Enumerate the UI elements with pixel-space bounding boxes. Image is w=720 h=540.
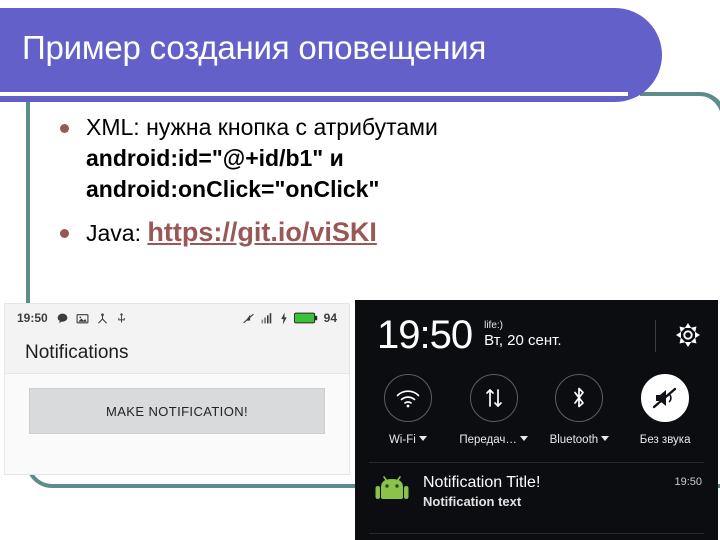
mute-icon: [641, 374, 690, 422]
android-robot-icon: [375, 476, 409, 499]
quick-settings-toggles: Wi-Fi Передач… Bluetooth Без звука: [355, 370, 718, 462]
header-divider: [655, 320, 656, 352]
shade-date: Вт, 20 сент.: [484, 332, 562, 349]
shade-header: 19:50 life:) Вт, 20 сент.: [355, 300, 718, 370]
carrier-label: life:): [484, 320, 504, 331]
toggle-wifi[interactable]: Wi-Fi: [368, 374, 448, 448]
notification-text-block: Notification Title! Notification text: [423, 473, 674, 511]
message-icon: [57, 313, 68, 323]
app-bar-title: Notifications: [25, 341, 129, 363]
status-bar: 19:50 94: [5, 304, 349, 332]
data-transfer-icon: [469, 374, 518, 422]
toggle-bluetooth[interactable]: Bluetooth: [539, 374, 619, 448]
battery-percent: 94: [323, 311, 337, 325]
toggle-data-label: Передач…: [459, 434, 517, 446]
toggle-bluetooth-label: Bluetooth: [549, 434, 599, 446]
title-underline: [0, 92, 628, 96]
notification-title: Notification Title!: [423, 474, 541, 491]
bullet-dot-icon: [60, 124, 69, 133]
image-icon: [76, 313, 89, 323]
status-bar-time: 19:50: [17, 311, 48, 325]
java-label: Java:: [86, 220, 141, 246]
charging-bolt-icon: [280, 312, 287, 324]
chevron-down-icon[interactable]: [418, 436, 427, 441]
make-notification-button-label: MAKE NOTIFICATION!: [105, 403, 249, 419]
slide-canvas: Пример создания оповещения XML: нужна кн…: [0, 0, 720, 540]
battery-icon: [293, 312, 317, 324]
status-bar-right-icons: 94: [242, 311, 337, 325]
notification-time: 19:50: [674, 476, 702, 488]
toggle-mute-label: Без звука: [639, 434, 691, 446]
repo-link[interactable]: https://git.io/viSKI: [147, 217, 377, 247]
usb-icon: [117, 312, 125, 323]
app-content: MAKE NOTIFICATION!: [5, 374, 349, 474]
chevron-down-icon[interactable]: [519, 436, 528, 441]
bullet-line: android:id="@+id/b1" и: [86, 145, 344, 171]
phone-screenshot-left: 19:50 94 Notifications MAKE NOTIFICATION…: [5, 304, 349, 474]
app-bar: Notifications: [5, 332, 349, 374]
gear-icon[interactable]: [674, 321, 702, 349]
wifi-icon: [383, 374, 432, 422]
phone-screenshot-right: 19:50 life:) Вт, 20 сент. Wi-Fi Передач……: [355, 300, 718, 540]
bullet-dot-icon: [60, 229, 69, 238]
bluetooth-icon: [555, 374, 604, 422]
chevron-down-icon[interactable]: [601, 436, 610, 441]
notification-item[interactable]: Notification Title! Notification text 19…: [355, 463, 718, 525]
make-notification-button[interactable]: MAKE NOTIFICATION!: [29, 388, 325, 434]
bullet-list: XML: нужна кнопка с атрибутами android:i…: [52, 112, 672, 255]
cast-icon: [97, 312, 107, 323]
toggle-mute[interactable]: Без звука: [625, 374, 705, 448]
toggle-data[interactable]: Передач…: [454, 374, 534, 448]
divider: [369, 533, 704, 534]
status-bar-left-icons: [56, 312, 127, 325]
list-item: XML: нужна кнопка с атрибутами android:i…: [52, 112, 672, 205]
bullet-line: XML: нужна кнопка с атрибутами: [86, 114, 438, 140]
bullet-line: android:onClick="onClick": [86, 176, 380, 202]
toggle-wifi-label: Wi-Fi: [388, 434, 416, 446]
notification-body: Notification text: [423, 494, 522, 509]
vibrate-off-icon: [242, 313, 254, 323]
shade-meta: life:) Вт, 20 сент.: [484, 320, 561, 350]
list-item: Java: https://git.io/viSKI: [52, 217, 672, 249]
shade-clock: 19:50: [377, 313, 473, 357]
page-title: Пример создания оповещения: [22, 29, 487, 66]
signal-bars-icon: [261, 313, 271, 324]
